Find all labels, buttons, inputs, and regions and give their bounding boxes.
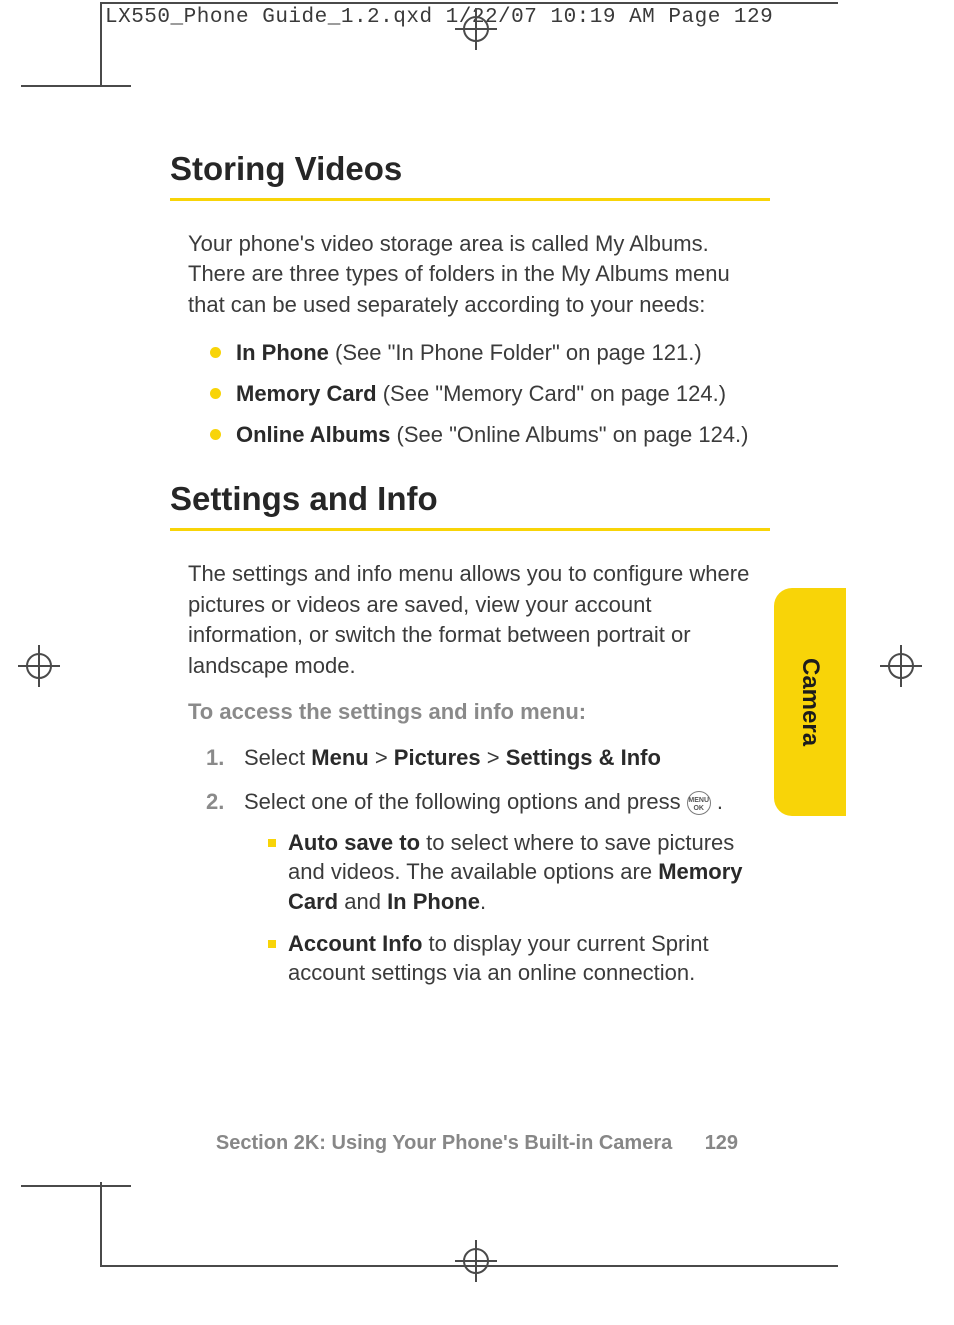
heading-rule <box>170 198 770 201</box>
list-item: Memory Card (See "Memory Card" on page 1… <box>210 379 770 410</box>
footer-section: Section 2K: Using Your Phone's Built-in … <box>216 1132 672 1155</box>
heading-rule <box>170 528 770 531</box>
step-1: 1. Select Menu > Pictures > Settings & I… <box>206 743 770 773</box>
text: Select one of the following options and … <box>244 789 687 814</box>
text: (See "Online Albums" on page 124.) <box>390 422 748 447</box>
crop-mark <box>100 1265 838 1267</box>
registration-mark-icon <box>18 645 60 687</box>
emphasis: Account Info <box>288 931 422 956</box>
crop-mark <box>100 2 838 4</box>
emphasis: In Phone <box>236 340 329 365</box>
sub-bullet-list: Auto save to to select where to save pic… <box>268 828 770 988</box>
list-item: Online Albums (See "Online Albums" on pa… <box>210 420 770 451</box>
step-number: 1. <box>206 743 224 773</box>
page-footer: Section 2K: Using Your Phone's Built-in … <box>0 1132 954 1155</box>
text: > <box>481 745 506 770</box>
text: (See "In Phone Folder" on page 121.) <box>329 340 702 365</box>
menu-ok-key-icon: MENU OK <box>687 791 711 815</box>
registration-mark-icon <box>455 8 497 50</box>
procedure-lead: To access the settings and info menu: <box>188 699 770 725</box>
step-number: 2. <box>206 787 224 817</box>
page: LX550_Phone Guide_1.2.qxd 1/22/07 10:19 … <box>0 0 954 1325</box>
emphasis: Memory Card <box>236 381 377 406</box>
crop-mark <box>21 85 131 87</box>
step-2: 2. Select one of the following options a… <box>206 787 770 988</box>
section-tab: Camera <box>774 588 846 816</box>
text: (See "Memory Card" on page 124.) <box>377 381 726 406</box>
bullet-list: In Phone (See "In Phone Folder" on page … <box>210 338 770 450</box>
text: . <box>480 889 486 914</box>
emphasis: Online Albums <box>236 422 390 447</box>
page-content: Storing Videos Your phone's video storag… <box>170 150 770 1002</box>
text: . <box>717 789 723 814</box>
ordered-steps: 1. Select Menu > Pictures > Settings & I… <box>206 743 770 988</box>
footer-page-number: 129 <box>705 1132 738 1155</box>
text: and <box>338 889 387 914</box>
registration-mark-icon <box>880 645 922 687</box>
emphasis: In Phone <box>387 889 480 914</box>
list-item: Account Info to display your current Spr… <box>268 929 770 988</box>
emphasis: Auto save to <box>288 830 420 855</box>
icon-label-top: MENU <box>688 797 709 804</box>
text: > <box>369 745 394 770</box>
registration-mark-icon <box>455 1240 497 1282</box>
slug-line: LX550_Phone Guide_1.2.qxd 1/22/07 10:19 … <box>105 6 773 29</box>
crop-mark <box>100 1182 102 1267</box>
emphasis: Menu <box>311 745 368 770</box>
crop-mark <box>100 2 102 87</box>
list-item: In Phone (See "In Phone Folder" on page … <box>210 338 770 369</box>
emphasis: Pictures <box>394 745 481 770</box>
icon-label-bottom: OK <box>693 805 704 812</box>
crop-mark <box>21 1185 131 1187</box>
list-item: Auto save to to select where to save pic… <box>268 828 770 917</box>
emphasis: Settings & Info <box>506 745 661 770</box>
paragraph: Your phone's video storage area is calle… <box>188 229 768 320</box>
text: Select <box>244 745 311 770</box>
heading-storing-videos: Storing Videos <box>170 150 770 188</box>
heading-settings-and-info: Settings and Info <box>170 480 770 518</box>
section-tab-label: Camera <box>796 658 824 746</box>
paragraph: The settings and info menu allows you to… <box>188 559 768 680</box>
